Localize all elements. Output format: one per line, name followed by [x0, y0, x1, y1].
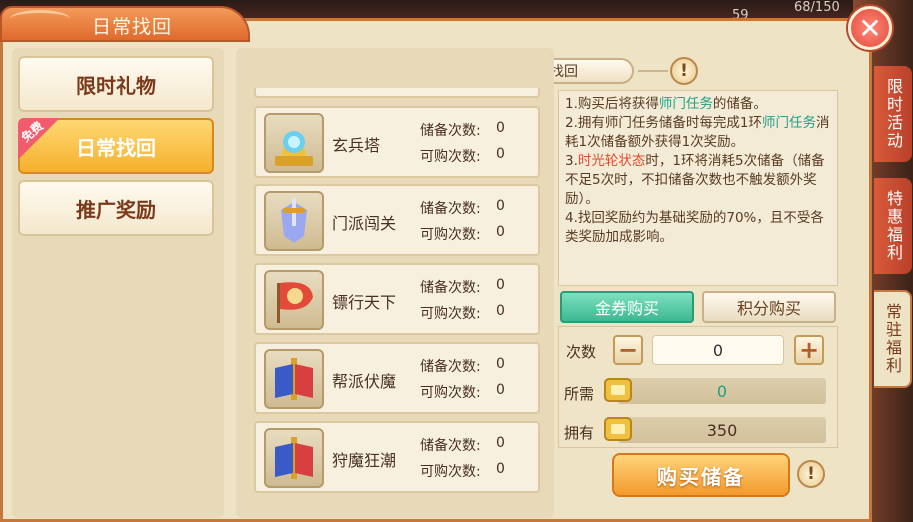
required-label: 所需 [564, 385, 595, 403]
desc-highlight: 师门任务 [658, 96, 713, 112]
buyable-label: 可购次数: [420, 385, 481, 401]
buyable-value: 0 [496, 382, 505, 398]
task-name: 镖行天下 [332, 293, 397, 312]
rules-description: 1.购买后将获得师门任务的储备。 2.拥有师门任务储备时每完成1环师门任务消耗1… [558, 90, 838, 286]
tab-gold-coupon-purchase[interactable]: 金券购买 [560, 291, 694, 323]
list-item: 帮派伏魔 储备次数: 0 可购次数: 0 [254, 342, 540, 414]
buyable-count: 可购次数: 0 [420, 303, 505, 323]
owned-label: 拥有 [564, 424, 595, 442]
buyable-label: 可购次数: [420, 306, 481, 322]
buyable-label: 可购次数: [420, 464, 481, 480]
buyable-count: 可购次数: 0 [420, 224, 505, 244]
desc-text: 1.购买后将获得 [565, 96, 659, 112]
crystal-shrine-icon [264, 113, 324, 173]
side-tab-label: 限时活动 [884, 78, 903, 150]
stored-label: 储备次数: [420, 438, 481, 454]
gold-coupon-icon [604, 417, 632, 441]
window-title: 日常找回 [92, 16, 173, 38]
side-tab-label: 常驻福利 [883, 303, 902, 375]
stored-count: 储备次数: 0 [420, 277, 505, 297]
stored-value: 0 [496, 198, 505, 214]
buyable-value: 0 [496, 461, 505, 477]
task-name: 玄兵塔 [332, 136, 381, 155]
buy-button-label: 购买储备 [657, 464, 745, 489]
side-tab-special-offers[interactable]: 特惠福利 [874, 178, 912, 274]
buyable-value: 0 [496, 224, 505, 240]
stored-value: 0 [496, 435, 505, 451]
task-name: 帮派伏魔 [332, 372, 397, 391]
buyable-value: 0 [496, 146, 505, 162]
task-name: 门派闯关 [332, 214, 397, 233]
sword-shield-icon [264, 191, 324, 251]
required-value: 0 [618, 378, 826, 404]
list-item: 狩魔狂潮 储备次数: 0 可购次数: 0 [254, 421, 540, 493]
stored-value: 0 [496, 120, 505, 136]
sidebar-item-limited-gifts[interactable]: 限时礼物 [18, 56, 214, 112]
side-tab-limited-events[interactable]: 限时活动 [874, 66, 912, 162]
side-tab-permanent-welfare[interactable]: 常驻福利 [874, 290, 912, 388]
stored-label: 储备次数: [420, 359, 481, 375]
exclamation-icon[interactable]: ! [670, 57, 698, 85]
desc-text: 2.拥有师门任务储备时每完成1环 [565, 115, 762, 131]
list-item: 门派闯关 储备次数: 0 可购次数: 0 [254, 184, 540, 256]
sidebar-item-label: 日常找回 [76, 135, 156, 160]
scroll-flags-icon [264, 428, 324, 488]
desc-text: 4.找回奖励约为基础奖励的70%，且不受各类奖励加成影响。 [565, 210, 824, 245]
stored-count: 储备次数: 0 [420, 120, 505, 140]
task-name: 狩魔狂潮 [332, 451, 397, 470]
scroll-flags-icon [264, 349, 324, 409]
plus-button[interactable]: + [794, 335, 824, 365]
list-item: 镖行天下 储备次数: 0 可购次数: 0 [254, 263, 540, 335]
stored-label: 储备次数: [420, 123, 481, 139]
escort-flag-icon [264, 270, 324, 330]
gold-coupon-icon [604, 378, 632, 402]
buyable-count: 可购次数: 0 [420, 146, 505, 166]
sidebar-item-label: 限时礼物 [76, 73, 156, 98]
buyable-label: 可购次数: [420, 149, 481, 165]
stored-value: 0 [496, 356, 505, 372]
buy-reserve-button[interactable]: 购买储备 [612, 453, 790, 497]
tab-label: 积分购买 [736, 299, 801, 318]
owned-value: 350 [618, 417, 826, 443]
list-item: 玄兵塔 储备次数: 0 可购次数: 0 [254, 106, 540, 178]
stored-count: 储备次数: 0 [420, 198, 505, 218]
buyable-label: 可购次数: [420, 227, 481, 243]
stored-value: 0 [496, 277, 505, 293]
quantity-input[interactable]: 0 [652, 335, 784, 365]
exclamation-icon[interactable]: ! [797, 460, 825, 488]
minus-button[interactable]: − [613, 335, 643, 365]
buyable-count: 可购次数: 0 [420, 382, 505, 402]
stored-label: 储备次数: [420, 201, 481, 217]
buyable-count: 可购次数: 0 [420, 461, 505, 481]
count-label: 次数 [566, 343, 597, 361]
list-item [254, 88, 540, 98]
task-list[interactable]: 玄兵塔 储备次数: 0 可购次数: 0 门派闯关 储备次数: 0 可购次数: 0 镖行天… [254, 88, 542, 518]
cloud-ornament [10, 10, 70, 28]
desc-text: 的储备。 [712, 96, 767, 112]
free-badge-label: 免费 [18, 118, 47, 145]
hud-counter: 68/150 [794, 0, 840, 15]
sidebar-item-promotion-rewards[interactable]: 推广奖励 [18, 180, 214, 236]
stored-count: 储备次数: 0 [420, 356, 505, 376]
header-divider-right [638, 70, 668, 72]
tab-label: 金券购买 [594, 299, 659, 318]
stored-label: 储备次数: [420, 280, 481, 296]
sidebar-item-daily-recovery[interactable]: 免费 日常找回 [18, 118, 214, 174]
sidebar-item-label: 推广奖励 [76, 197, 156, 222]
desc-highlight: 师门任务 [761, 115, 816, 131]
tab-points-purchase[interactable]: 积分购买 [702, 291, 836, 323]
desc-highlight: 时光轮状态 [577, 153, 646, 169]
buyable-value: 0 [496, 303, 505, 319]
stored-count: 储备次数: 0 [420, 435, 505, 455]
sidebar: 限时礼物 免费 日常找回 推广奖励 [12, 48, 224, 518]
close-icon[interactable]: ✕ [848, 6, 892, 50]
free-badge: 免费 [18, 118, 62, 158]
side-tab-label: 特惠福利 [884, 190, 903, 262]
desc-text: 3. [565, 153, 578, 169]
